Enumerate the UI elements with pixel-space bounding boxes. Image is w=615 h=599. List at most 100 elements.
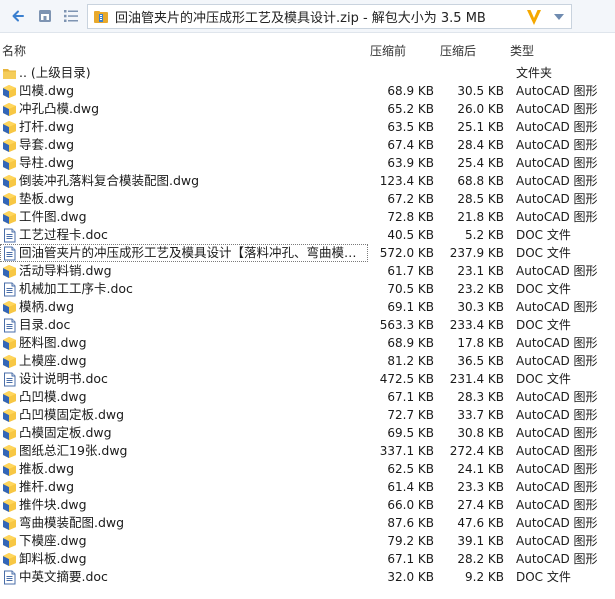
file-size: 69.5 KB [387, 426, 434, 440]
file-row[interactable]: 弯曲模装配图.dwg 87.6 KB 47.6 KB AutoCAD 图形 [0, 514, 615, 532]
file-name: 凹模.dwg [19, 83, 75, 98]
file-row[interactable]: 设计说明书.doc 472.5 KB 231.4 KB DOC 文件 [0, 370, 615, 388]
file-name: 上模座.dwg [19, 353, 87, 368]
file-name-cell[interactable]: 推件块.dwg [0, 496, 368, 514]
file-row[interactable]: 下模座.dwg 79.2 KB 39.1 KB AutoCAD 图形 [0, 532, 615, 550]
chevron-down-icon[interactable] [552, 12, 566, 22]
doc-file-icon [2, 372, 17, 387]
file-size: 67.1 KB [387, 390, 434, 404]
file-name-cell[interactable]: 导套.dwg [0, 136, 368, 154]
file-row[interactable]: 垫板.dwg 67.2 KB 28.5 KB AutoCAD 图形 [0, 190, 615, 208]
file-packed-size: 23.3 KB [457, 480, 504, 494]
header-original[interactable]: 压缩后 [440, 42, 476, 60]
file-row[interactable]: 机械加工工序卡.doc 70.5 KB 23.2 KB DOC 文件 [0, 280, 615, 298]
v-logo-icon[interactable] [523, 6, 545, 28]
file-name-cell[interactable]: 倒装冲孔落料复合模装配图.dwg [0, 172, 368, 190]
file-name-cell[interactable]: 设计说明书.doc [0, 370, 368, 388]
file-type: DOC 文件 [516, 282, 571, 296]
file-row[interactable]: 打杆.dwg 63.5 KB 25.1 KB AutoCAD 图形 [0, 118, 615, 136]
file-name-cell[interactable]: 上模座.dwg [0, 352, 368, 370]
header-name[interactable]: 名称 [2, 42, 26, 60]
file-size: 123.4 KB [379, 174, 434, 188]
file-type: AutoCAD 图形 [516, 210, 598, 224]
file-row[interactable]: .. (上级目录) 文件夹 [0, 64, 615, 82]
autocad-file-icon [2, 102, 17, 117]
file-name: 机械加工工序卡.doc [19, 281, 133, 296]
file-name-cell[interactable]: 模柄.dwg [0, 298, 368, 316]
autocad-file-icon [2, 552, 17, 567]
file-name-cell[interactable]: 打杆.dwg [0, 118, 368, 136]
header-type[interactable]: 类型 [510, 42, 534, 60]
file-name-cell[interactable]: 中英文摘要.doc [0, 568, 368, 586]
address-text: 回油管夹片的冲压成形工艺及模具设计.zip - 解包大小为 3.5 MB [115, 11, 486, 26]
file-row[interactable]: 推件块.dwg 66.0 KB 27.4 KB AutoCAD 图形 [0, 496, 615, 514]
file-packed-size: 25.1 KB [457, 120, 504, 134]
file-name-cell[interactable]: 胚料图.dwg [0, 334, 368, 352]
file-row[interactable]: 凸凹模固定板.dwg 72.7 KB 33.7 KB AutoCAD 图形 [0, 406, 615, 424]
file-row[interactable]: 模柄.dwg 69.1 KB 30.3 KB AutoCAD 图形 [0, 298, 615, 316]
file-row[interactable]: 推板.dwg 62.5 KB 24.1 KB AutoCAD 图形 [0, 460, 615, 478]
file-name-cell[interactable]: 导柱.dwg [0, 154, 368, 172]
file-row[interactable]: 回油管夹片的冲压成形工艺及模具设计【落料冲孔、弯曲模复合... 572.0 KB… [0, 244, 615, 262]
file-row[interactable]: 卸料板.dwg 67.1 KB 28.2 KB AutoCAD 图形 [0, 550, 615, 568]
file-name-cell[interactable]: 凸模固定板.dwg [0, 424, 368, 442]
autocad-file-icon [2, 426, 17, 441]
home-icon[interactable] [35, 6, 55, 26]
file-row[interactable]: 导套.dwg 67.4 KB 28.4 KB AutoCAD 图形 [0, 136, 615, 154]
file-packed-size: 30.8 KB [457, 426, 504, 440]
file-name: 下模座.dwg [19, 533, 87, 548]
file-name-cell[interactable]: 机械加工工序卡.doc [0, 280, 368, 298]
file-row[interactable]: 工件图.dwg 72.8 KB 21.8 KB AutoCAD 图形 [0, 208, 615, 226]
file-name: 图纸总汇19张.dwg [19, 443, 128, 458]
file-row[interactable]: 凸模固定板.dwg 69.5 KB 30.8 KB AutoCAD 图形 [0, 424, 615, 442]
file-name-cell[interactable]: 推杆.dwg [0, 478, 368, 496]
autocad-file-icon [2, 210, 17, 225]
file-name-cell[interactable]: 冲孔凸模.dwg [0, 100, 368, 118]
file-name: 胚料图.dwg [19, 335, 87, 350]
file-row[interactable]: 图纸总汇19张.dwg 337.1 KB 272.4 KB AutoCAD 图形 [0, 442, 615, 460]
file-name-cell[interactable]: 凸凹模.dwg [0, 388, 368, 406]
file-name-cell[interactable]: 下模座.dwg [0, 532, 368, 550]
file-name: 回油管夹片的冲压成形工艺及模具设计【落料冲孔、弯曲模复合... [19, 245, 368, 260]
address-bar[interactable]: 回油管夹片的冲压成形工艺及模具设计.zip - 解包大小为 3.5 MB [87, 4, 572, 29]
file-size: 61.7 KB [387, 264, 434, 278]
file-row[interactable]: 上模座.dwg 81.2 KB 36.5 KB AutoCAD 图形 [0, 352, 615, 370]
file-size: 63.9 KB [387, 156, 434, 170]
file-type: AutoCAD 图形 [516, 264, 598, 278]
file-packed-size: 17.8 KB [457, 336, 504, 350]
file-name-cell[interactable]: 推板.dwg [0, 460, 368, 478]
file-row[interactable]: 导柱.dwg 63.9 KB 25.4 KB AutoCAD 图形 [0, 154, 615, 172]
file-row[interactable]: 凸凹模.dwg 67.1 KB 28.3 KB AutoCAD 图形 [0, 388, 615, 406]
file-name-cell[interactable]: 弯曲模装配图.dwg [0, 514, 368, 532]
file-name-cell[interactable]: .. (上级目录) [0, 64, 368, 82]
file-row[interactable]: 推杆.dwg 61.4 KB 23.3 KB AutoCAD 图形 [0, 478, 615, 496]
file-packed-size: 23.2 KB [457, 282, 504, 296]
file-row[interactable]: 中英文摘要.doc 32.0 KB 9.2 KB DOC 文件 [0, 568, 615, 586]
file-name-cell[interactable]: 卸料板.dwg [0, 550, 368, 568]
file-name-cell[interactable]: 回油管夹片的冲压成形工艺及模具设计【落料冲孔、弯曲模复合... [0, 244, 368, 262]
list-view-icon[interactable] [61, 6, 81, 26]
file-name-cell[interactable]: 工艺过程卡.doc [0, 226, 368, 244]
file-name-cell[interactable]: 活动导料销.dwg [0, 262, 368, 280]
file-name-cell[interactable]: 目录.doc [0, 316, 368, 334]
autocad-file-icon [2, 462, 17, 477]
file-row[interactable]: 目录.doc 563.3 KB 233.4 KB DOC 文件 [0, 316, 615, 334]
file-row[interactable]: 倒装冲孔落料复合模装配图.dwg 123.4 KB 68.8 KB AutoCA… [0, 172, 615, 190]
file-name-cell[interactable]: 凸凹模固定板.dwg [0, 406, 368, 424]
file-packed-size: 28.3 KB [457, 390, 504, 404]
file-row[interactable]: 活动导料销.dwg 61.7 KB 23.1 KB AutoCAD 图形 [0, 262, 615, 280]
file-row[interactable]: 胚料图.dwg 68.9 KB 17.8 KB AutoCAD 图形 [0, 334, 615, 352]
file-row[interactable]: 凹模.dwg 68.9 KB 30.5 KB AutoCAD 图形 [0, 82, 615, 100]
file-name-cell[interactable]: 图纸总汇19张.dwg [0, 442, 368, 460]
file-packed-size: 39.1 KB [457, 534, 504, 548]
file-name-cell[interactable]: 工件图.dwg [0, 208, 368, 226]
file-row[interactable]: 工艺过程卡.doc 40.5 KB 5.2 KB DOC 文件 [0, 226, 615, 244]
file-row[interactable]: 冲孔凸模.dwg 65.2 KB 26.0 KB AutoCAD 图形 [0, 100, 615, 118]
file-name-cell[interactable]: 垫板.dwg [0, 190, 368, 208]
back-arrow-icon[interactable] [8, 6, 28, 26]
file-name: 倒装冲孔落料复合模装配图.dwg [19, 173, 200, 188]
autocad-file-icon [2, 120, 17, 135]
header-compressed[interactable]: 压缩前 [370, 42, 406, 60]
file-type: 文件夹 [516, 66, 553, 80]
file-name-cell[interactable]: 凹模.dwg [0, 82, 368, 100]
